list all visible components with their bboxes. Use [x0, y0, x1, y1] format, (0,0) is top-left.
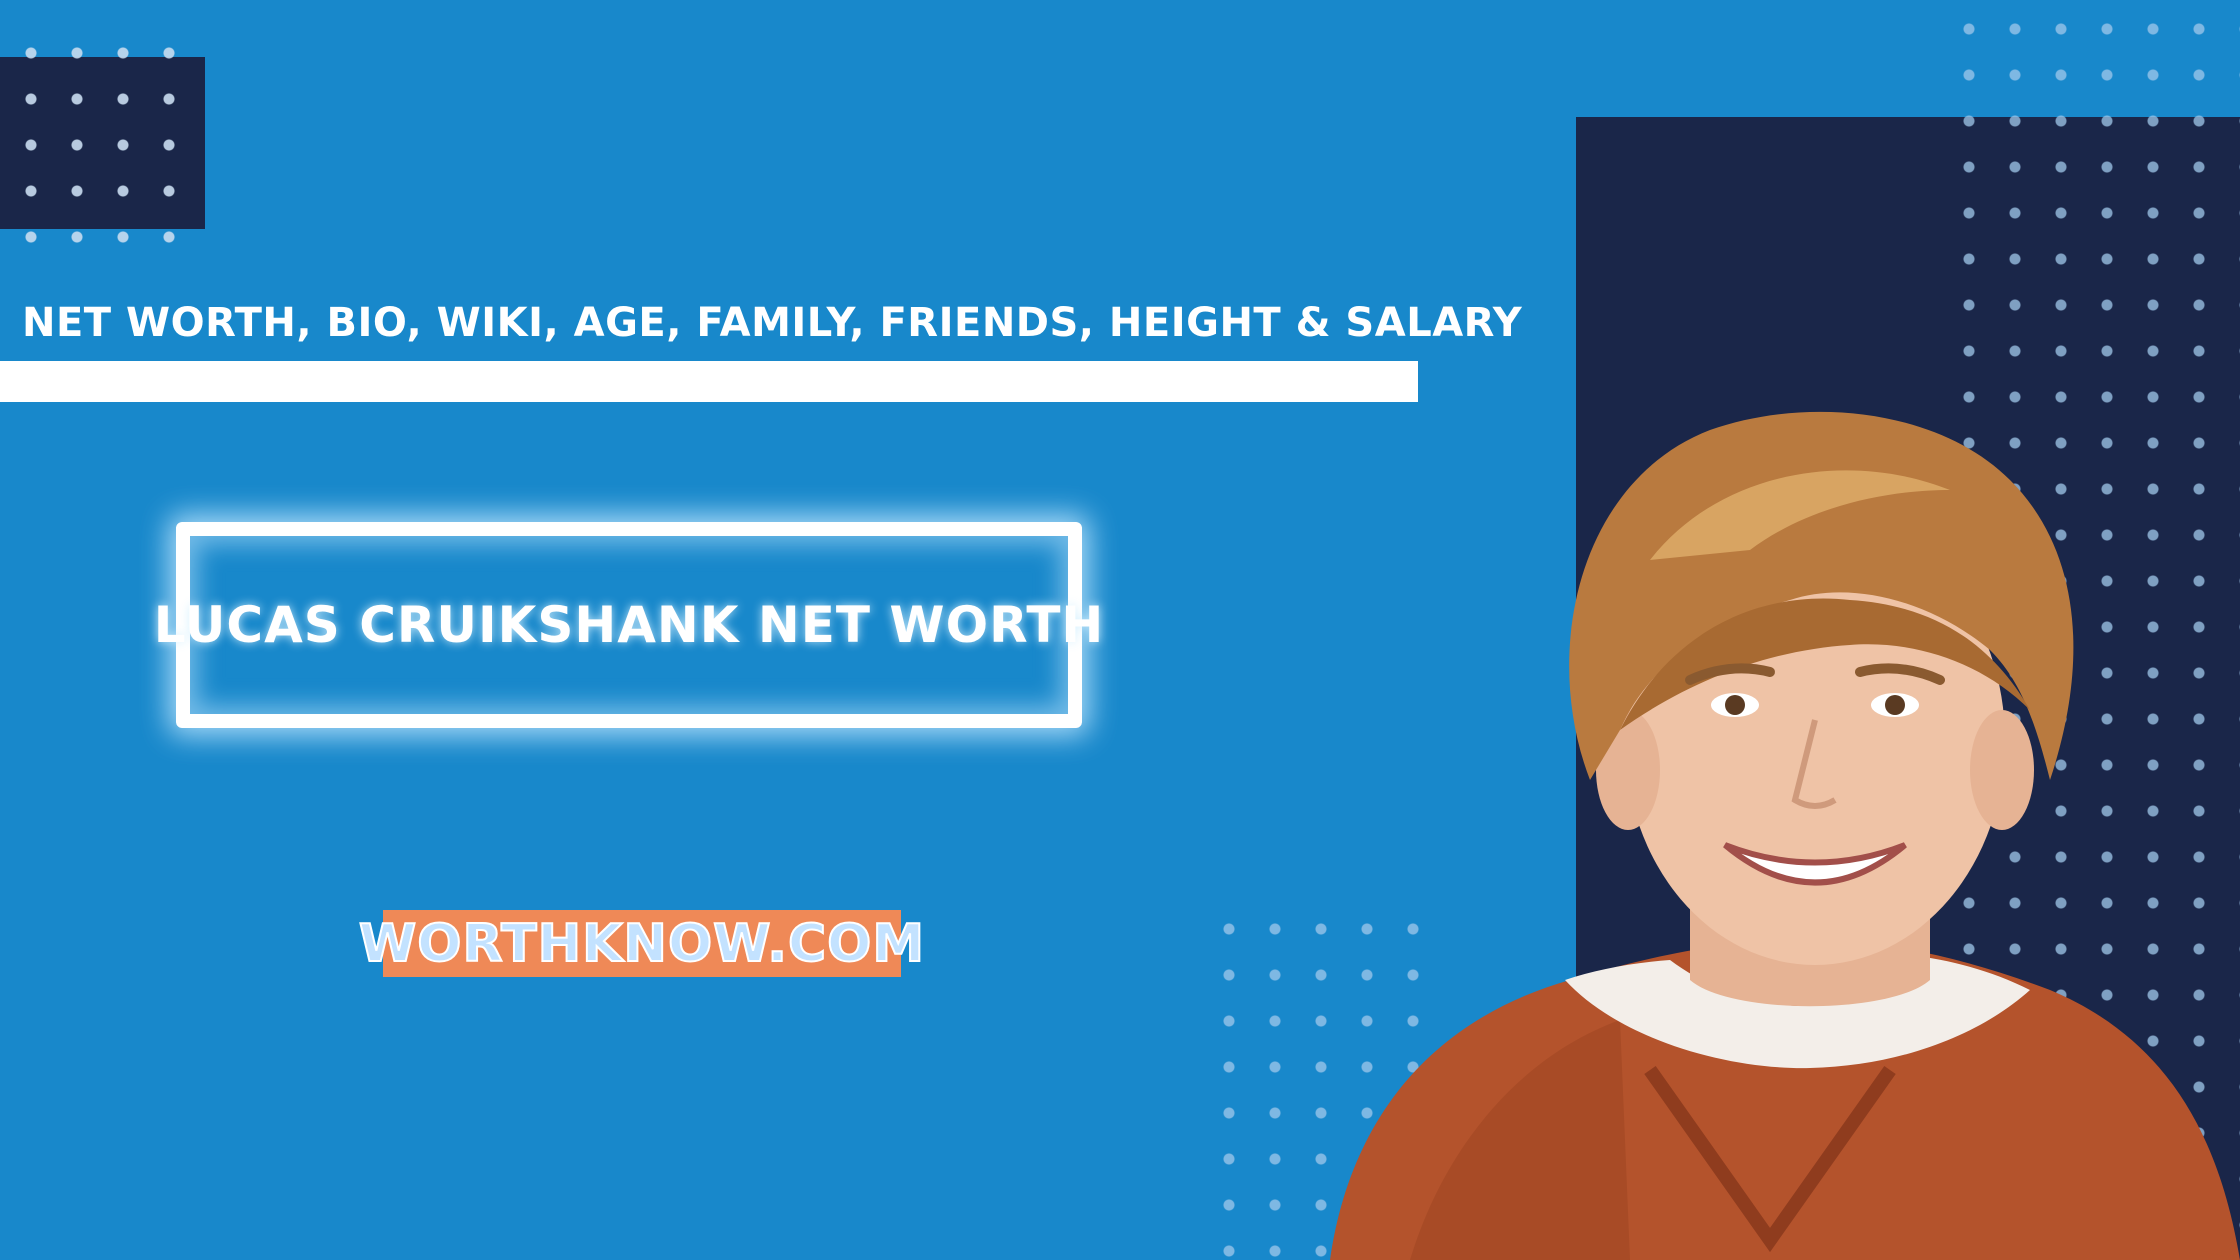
title-frame: LUCAS CRUIKSHANK NET WORTH — [154, 522, 1103, 728]
site-name: WORTHKNOW.COM — [358, 913, 926, 975]
subtitle-underline-bar — [0, 361, 1418, 402]
top-left-dot-pattern — [0, 20, 205, 260]
portrait-image — [1330, 411, 2240, 1260]
page-title: LUCAS CRUIKSHANK NET WORTH — [153, 596, 1105, 654]
right-ear — [1970, 710, 2034, 830]
site-badge: WORTHKNOW.COM — [358, 910, 925, 977]
